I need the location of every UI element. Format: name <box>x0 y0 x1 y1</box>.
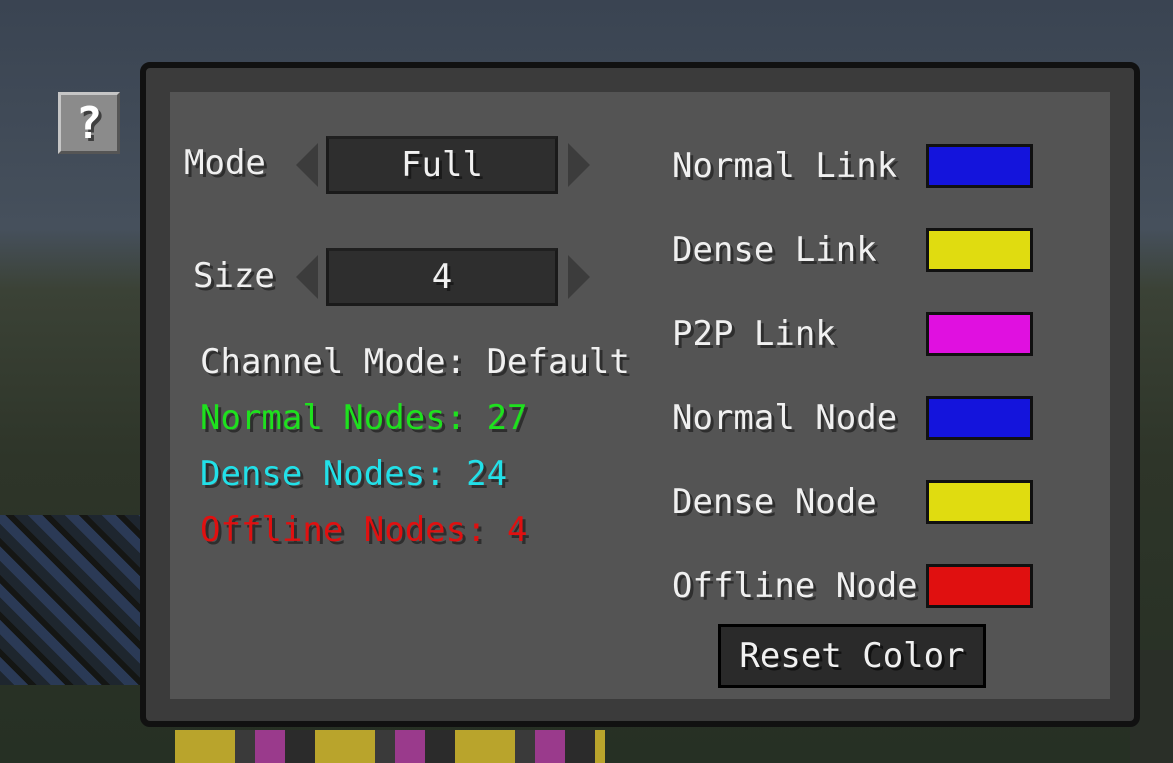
mode-value: Full <box>401 145 483 185</box>
normal-link-color-swatch[interactable] <box>926 144 1033 188</box>
size-value: 4 <box>431 257 453 297</box>
size-prev-arrow-icon[interactable] <box>296 255 318 299</box>
dense-link-label: Dense Link <box>672 230 877 270</box>
dense-nodes-count: Dense Nodes: 24 <box>200 454 508 494</box>
size-label: Size <box>193 256 275 296</box>
mode-next-arrow-icon[interactable] <box>568 143 590 187</box>
dense-node-color-swatch[interactable] <box>926 480 1033 524</box>
dense-node-label: Dense Node <box>672 482 877 522</box>
mode-selector[interactable]: Full <box>326 136 558 194</box>
reset-color-button[interactable]: Reset Color <box>718 624 986 688</box>
p2p-link-label: P2P Link <box>672 314 836 354</box>
normal-link-label: Normal Link <box>672 146 898 186</box>
mode-prev-arrow-icon[interactable] <box>296 143 318 187</box>
offline-node-label: Offline Node <box>672 566 918 606</box>
background-blocks <box>175 730 605 763</box>
mode-label: Mode <box>184 143 266 183</box>
channel-mode-text: Channel Mode: Default <box>200 342 630 382</box>
normal-node-label: Normal Node <box>672 398 898 438</box>
normal-node-color-swatch[interactable] <box>926 396 1033 440</box>
dense-link-color-swatch[interactable] <box>926 228 1033 272</box>
reset-color-label: Reset Color <box>739 636 965 676</box>
normal-nodes-count: Normal Nodes: 27 <box>200 398 528 438</box>
size-next-arrow-icon[interactable] <box>568 255 590 299</box>
background-glass-blocks <box>0 515 140 685</box>
help-icon: ? <box>75 97 103 149</box>
p2p-link-color-swatch[interactable] <box>926 312 1033 356</box>
offline-nodes-count: Offline Nodes: 4 <box>200 510 528 550</box>
offline-node-color-swatch[interactable] <box>926 564 1033 608</box>
size-selector[interactable]: 4 <box>326 248 558 306</box>
help-button[interactable]: ? <box>58 92 120 154</box>
